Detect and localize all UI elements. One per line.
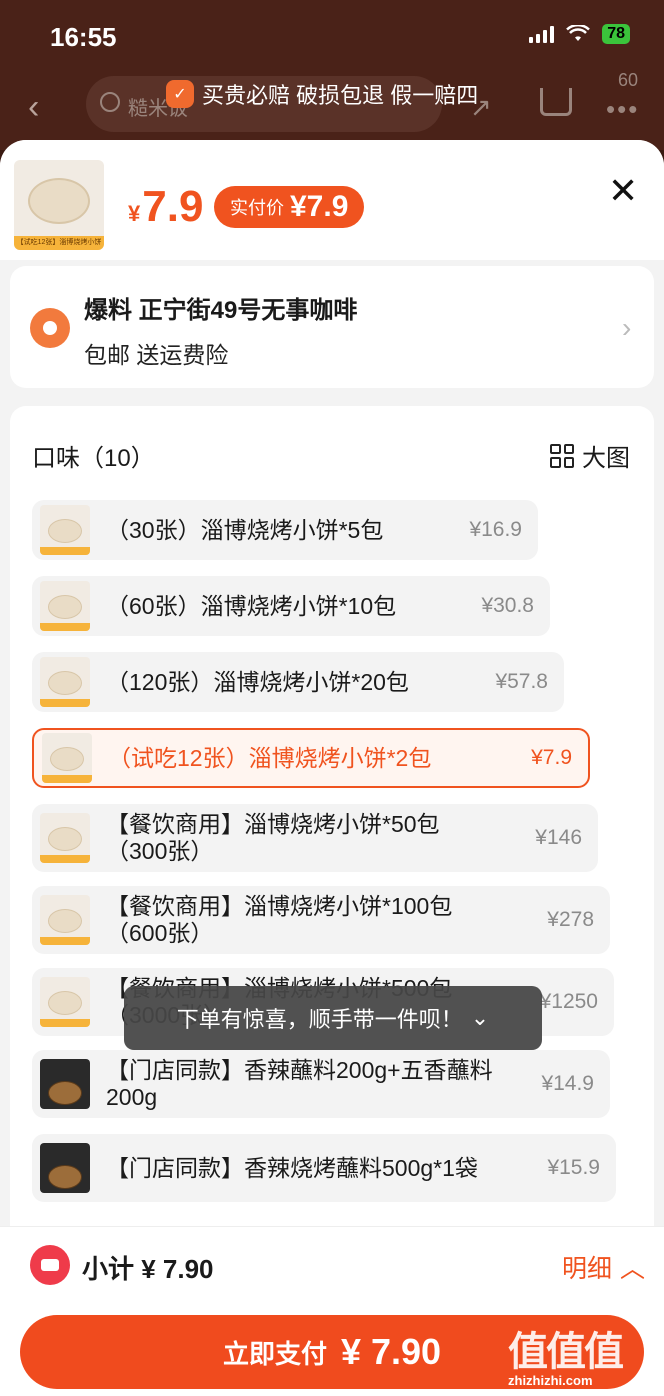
status-icons: 78 [529,24,630,44]
option-item[interactable]: 【餐饮商用】淄博烧烤小饼*100包（600张） ¥278 [32,886,610,954]
status-time: 16:55 [50,22,117,52]
battery-icon: 78 [602,24,630,44]
option-price: ¥30.8 [481,594,534,617]
pay-button-amount: ¥ 7.90 [340,1331,442,1372]
option-name: 【门店同款】香辣蘸料200g+五香蘸料200g [106,1057,493,1110]
guarantee-banner: ✓ 买贵必赔 破损包退 假一赔四 [166,78,478,110]
chevron-up-icon: ︿ [620,1255,646,1283]
shield-icon: ✓ [166,80,194,108]
more-icon[interactable]: ••• [606,94,639,125]
product-image [28,178,90,224]
back-icon[interactable]: ‹ [28,88,39,127]
option-thumbnail [40,1143,90,1193]
option-thumbnail [40,813,90,863]
option-name: 【餐饮商用】淄博烧烤小饼*100包（600张） [106,893,453,946]
guarantee-text: 买贵必赔 破损包退 假一赔四 [202,83,479,108]
option-thumbnail [40,581,90,631]
option-item[interactable]: （120张）淄博烧烤小饼*20包 ¥57.8 [32,652,564,712]
option-price: ¥57.8 [495,670,548,693]
option-name: （120张）淄博烧烤小饼*20包 [106,668,409,695]
option-item[interactable]: （30张）淄博烧烤小饼*5包 ¥16.9 [32,500,538,560]
close-icon[interactable]: ✕ [608,170,638,212]
address-card[interactable]: 爆料 正宁街49号无事咖啡 包邮 送运费险 › [10,266,654,388]
product-header: 【试吃12张】淄博烧烤小饼*2包 ¥7.9 实付价 ¥7.9 ✕ [0,140,664,260]
price-value: 7.9 [142,182,204,231]
message-count: 60 [618,70,639,90]
option-name: 【门店同款】香辣烧烤蘸料500g*1袋 [106,1154,478,1181]
option-price: ¥14.9 [541,1072,594,1095]
product-thumbnail[interactable]: 【试吃12张】淄博烧烤小饼*2包 [14,160,104,250]
option-price: ¥16.9 [469,518,522,541]
cart-icon[interactable] [540,88,572,116]
option-price: ¥146 [535,826,582,849]
option-item[interactable]: 【门店同款】香辣烧烤蘸料500g*1袋 ¥15.9 [32,1134,616,1202]
option-thumbnail [40,505,90,555]
big-view-label: 大图 [582,445,630,472]
option-name: 【餐饮商用】淄博烧烤小饼*50包（300张） [106,811,440,864]
option-price: ¥1250 [539,990,598,1013]
product-price: ¥7.9 [128,182,203,232]
toast-text: 下单有惊喜，顺手带一件呗！ [176,1007,463,1032]
status-bar: 16:55 78 [0,0,664,70]
location-icon [30,308,70,348]
signal-icon [529,25,555,43]
toast-message[interactable]: 下单有惊喜，顺手带一件呗！ ⌄ [124,986,542,1050]
pay-button-label: 立即支付 [222,1338,327,1369]
price-currency: ¥ [128,201,141,226]
paid-price-amount: ¥7.9 [290,190,349,223]
grid-icon [550,443,574,468]
checkout-bar: 小计 ¥ 7.90 明细 ︿ 立即支付 ¥ 7.90 值值值 zhizhizhi… [0,1226,664,1396]
option-name: （30张）淄博烧烤小饼*5包 [106,516,384,543]
share-icon[interactable]: ↗ [470,92,492,123]
option-thumbnail [42,733,92,783]
thumbnail-caption: 【试吃12张】淄博烧烤小饼*2包 [14,236,104,250]
option-thumbnail [40,895,90,945]
option-item[interactable]: 【门店同款】香辣蘸料200g+五香蘸料200g ¥14.9 [32,1050,610,1118]
option-item-selected[interactable]: （试吃12张）淄博烧烤小饼*2包 ¥7.9 [32,728,590,788]
option-price: ¥15.9 [547,1156,600,1179]
subtotal: 小计 ¥ 7.90 [82,1254,214,1284]
coupon-icon [30,1245,70,1285]
address-title: 爆料 正宁街49号无事咖啡 [84,297,358,324]
option-thumbnail [40,657,90,707]
paid-price-label: 实付价 [230,198,284,218]
option-price: ¥278 [547,908,594,931]
detail-toggle[interactable]: 明细 ︿ [562,1249,645,1285]
paid-price-badge: 实付价 ¥7.9 [214,186,365,228]
page-header: ‹ 糙米饭 ✓ 买贵必赔 破损包退 假一赔四 ↗ 60 ••• [0,70,664,150]
search-icon [100,92,120,112]
option-item[interactable]: 【餐饮商用】淄博烧烤小饼*50包（300张） ¥146 [32,804,598,872]
options-title: 口味（10） [32,445,155,472]
wifi-icon [566,25,591,41]
option-thumbnail [40,1059,90,1109]
big-view-toggle[interactable]: 大图 [550,438,630,473]
shipping-info: 包邮 送运费险 [84,342,229,368]
watermark-url: zhizhizhi.com [508,1373,593,1388]
sku-sheet: 【试吃12张】淄博烧烤小饼*2包 ¥7.9 实付价 ¥7.9 ✕ 爆料 正宁街4… [0,140,664,1396]
option-thumbnail [40,977,90,1027]
site-watermark: 值值值 zhizhizhi.com [508,1319,658,1391]
option-price: ¥7.9 [531,746,572,769]
chevron-right-icon: › [622,312,632,343]
chevron-down-icon: ⌄ [470,1005,490,1030]
detail-label: 明细 [562,1255,613,1283]
option-name: （试吃12张）淄博烧烤小饼*2包 [108,744,432,771]
watermark-text: 值值值 [508,1330,624,1374]
option-item[interactable]: （60张）淄博烧烤小饼*10包 ¥30.8 [32,576,550,636]
option-name: （60张）淄博烧烤小饼*10包 [106,592,397,619]
